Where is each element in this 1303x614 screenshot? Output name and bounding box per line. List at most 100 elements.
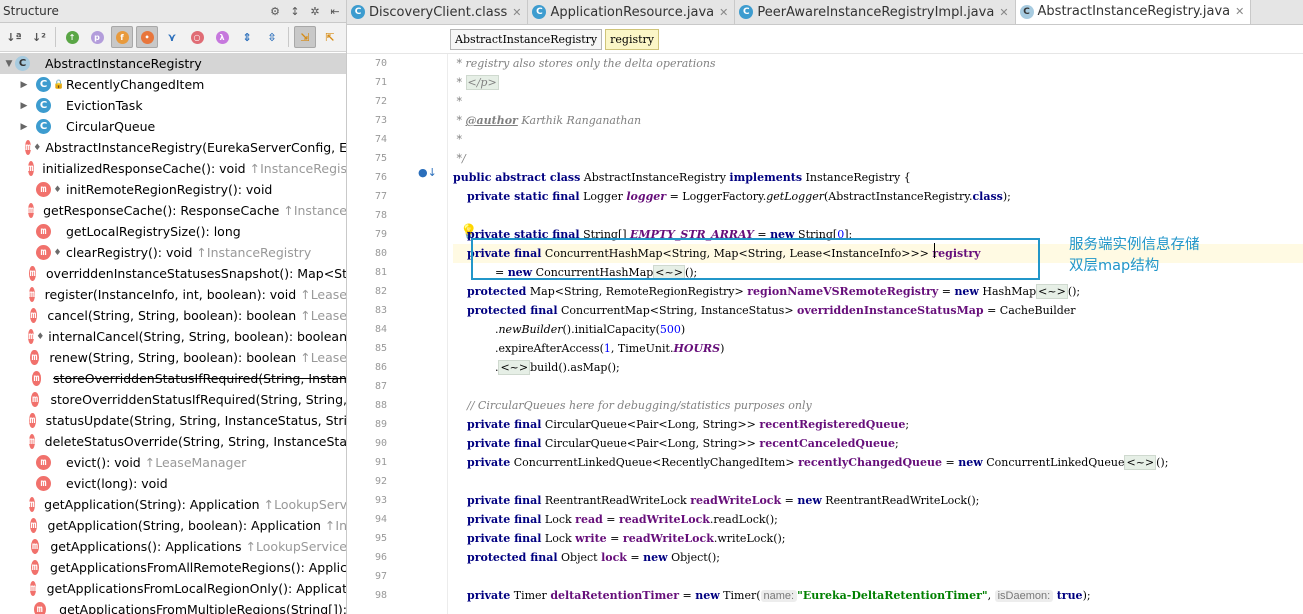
tree-item-inherited-from: ↑LookupService — [245, 539, 347, 554]
tree-item-label: AbstractInstanceRegistry(EurekaServerCon… — [45, 140, 347, 155]
tree-method-item[interactable]: m getApplication(String, boolean): Applic… — [0, 515, 346, 536]
param-hint-isdaemon: isDaemon: — [994, 590, 1054, 602]
tree-class-item[interactable]: ▶ C CircularQueue — [0, 116, 346, 137]
expand-icon[interactable]: ↕ — [286, 2, 304, 20]
line-number: 77 — [374, 191, 387, 202]
tab-discovery-client[interactable]: C DiscoveryClient.class ✕ — [347, 0, 529, 24]
line-number: 88 — [374, 400, 387, 411]
method-icon: m — [29, 413, 36, 428]
structure-toolbar: ↓ª ↓² ↑ p f • ⋎ ○ λ ⇕ ⇳ ⇲ ⇱ — [0, 23, 346, 52]
gutter-divider — [447, 54, 448, 614]
autoscroll-from-source-icon[interactable]: ⇱ — [319, 26, 341, 48]
show-fields-icon[interactable]: f — [111, 26, 133, 48]
tree-method-item[interactable]: m deleteStatusOverride(String, String, In… — [0, 431, 346, 452]
show-properties-icon[interactable]: p — [86, 26, 108, 48]
expand-arrow-icon[interactable]: ▶ — [18, 80, 30, 90]
collapse-all-icon[interactable]: ⇳ — [261, 26, 283, 48]
tree-method-item[interactable]: m evict(long): void — [0, 473, 346, 494]
tree-method-item[interactable]: m initializedResponseCache(): void ↑Instan… — [0, 158, 346, 179]
tab-label: ApplicationResource.java — [550, 4, 715, 20]
breadcrumb-field[interactable]: registry — [605, 28, 660, 50]
tab-application-resource[interactable]: C ApplicationResource.java ✕ — [528, 0, 736, 24]
tree-method-item[interactable]: m getLocalRegistrySize(): long — [0, 221, 346, 242]
gear-icon[interactable]: ✲ — [306, 2, 324, 20]
tree-method-item[interactable]: m storeOverriddenStatusIfRequired(String,… — [0, 368, 346, 389]
code-line-96: protected final Object lock = new Object… — [467, 551, 720, 564]
tree-method-item[interactable]: m storeOverriddenStatusIfRequired(String,… — [0, 389, 346, 410]
tree-item-label: getApplicationsFromMultipleRegions(Strin… — [59, 602, 347, 614]
sort-visibility-icon[interactable]: ↓² — [28, 26, 50, 48]
line-number: 95 — [374, 533, 387, 544]
structure-header: Structure ⚙ ↕ ✲ ⇤ — [0, 0, 346, 23]
method-icon: m — [28, 329, 35, 344]
tree-method-item[interactable]: m getApplicationsFromAllRemoteRegions(): … — [0, 557, 346, 578]
implements-gutter-icon[interactable]: ●↓ — [418, 166, 437, 179]
method-icon: m — [36, 455, 51, 470]
code-line-84: .newBuilder().initialCapacity(500) — [494, 323, 686, 336]
collapse-arrow-icon[interactable]: ▼ — [3, 59, 15, 69]
tree-method-item[interactable]: m overriddenInstanceStatusesSnapshot(): M… — [0, 263, 346, 284]
tab-label: PeerAwareInstanceRegistryImpl.java — [757, 4, 995, 20]
tree-class-item[interactable]: ▼ C AbstractInstanceRegistry — [0, 53, 346, 74]
tab-abstract-instance-registry[interactable]: C AbstractInstanceRegistry.java ✕ — [1015, 0, 1252, 24]
tree-method-item[interactable]: m getApplication(String): Application ↑Loo… — [0, 494, 347, 515]
close-icon[interactable]: ✕ — [1235, 5, 1244, 18]
line-number: 93 — [374, 495, 387, 506]
line-number: 86 — [374, 362, 387, 373]
show-non-public-icon[interactable]: • — [136, 26, 158, 48]
tree-method-item[interactable]: m ♦ initRemoteRegionRegistry(): void — [0, 179, 346, 200]
tree-method-item[interactable]: m register(InstanceInfo, int, boolean): v… — [0, 284, 346, 305]
minimize-icon[interactable]: ⇤ — [326, 2, 344, 20]
sort-alpha-icon[interactable]: ↓ª — [3, 26, 25, 48]
close-icon[interactable]: ✕ — [719, 6, 728, 19]
show-lambda-icon[interactable]: λ — [211, 26, 233, 48]
expand-arrow-icon[interactable]: ▶ — [18, 122, 30, 132]
show-lambdas-icon[interactable]: ⋎ — [161, 26, 183, 48]
tree-method-item[interactable]: m getApplications(): Applications ↑LookupS… — [0, 536, 347, 557]
tree-item-label: renew(String, String, boolean): boolean — [49, 350, 297, 365]
expand-all-icon[interactable]: ⇕ — [236, 26, 258, 48]
code-line-94: private final Lock read = readWriteLock.… — [467, 513, 778, 526]
tree-method-item[interactable]: m ♦ internalCancel(String, String, boolean… — [0, 326, 346, 347]
code-line-77: private static final Logger logger = Log… — [467, 190, 1011, 203]
settings-sliders-icon[interactable]: ⚙ — [266, 2, 284, 20]
close-icon[interactable]: ✕ — [512, 6, 521, 19]
tree-method-item[interactable]: m ♦ AbstractInstanceRegistry(EurekaServerC… — [0, 137, 347, 158]
editor: C DiscoveryClient.class ✕ C ApplicationR… — [347, 0, 1303, 614]
tree-method-item[interactable]: m cancel(String, String, boolean): boolea… — [0, 305, 346, 326]
autoscroll-to-source-icon[interactable]: ⇲ — [294, 26, 316, 48]
tab-peer-aware-registry[interactable]: C PeerAwareInstanceRegistryImpl.java ✕ — [735, 0, 1016, 24]
tree-item-inherited-from: ↑LeaseManager — [144, 455, 247, 470]
code-line-82: protected Map<String, RemoteRegionRegist… — [467, 284, 1081, 299]
tree-class-item[interactable]: ▶ C EvictionTask — [0, 95, 346, 116]
tree-item-label: evict(long): void — [66, 476, 168, 491]
expand-arrow-icon[interactable]: ▶ — [18, 101, 30, 111]
line-number: 71 — [374, 77, 387, 88]
tree-method-item[interactable]: m getApplicationsFromLocalRegionOnly(): A… — [0, 578, 346, 599]
show-anonymous-icon[interactable]: ○ — [186, 26, 208, 48]
code-line-85: .expireAfterAccess(1, TimeUnit.HOURS) — [494, 342, 725, 355]
tree-item-label: cancel(String, String, boolean): boolean — [47, 308, 297, 323]
method-icon: m — [30, 392, 40, 407]
tree-method-item[interactable]: m getResponseCache(): ResponseCache ↑Insta… — [0, 200, 346, 221]
tree-item-inherited-from: ↑LookupServ — [263, 497, 347, 512]
code-area[interactable]: * registry also stores only the delta op… — [453, 54, 1303, 614]
method-icon: m — [30, 560, 39, 575]
annotation-highlight-box — [471, 238, 1040, 280]
toolbar-separator — [288, 27, 289, 47]
tree-method-item[interactable]: m statusUpdate(String, String, InstanceSt… — [0, 410, 347, 431]
tree-method-item[interactable]: m getApplicationsFromMultipleRegions(Stri… — [0, 599, 347, 614]
code-line-93: private final ReentrantReadWriteLock rea… — [467, 494, 980, 507]
tree-method-item[interactable]: m evict(): void ↑LeaseManager — [0, 452, 346, 473]
method-icon: m — [29, 518, 38, 533]
close-icon[interactable]: ✕ — [999, 6, 1008, 19]
tree-class-item[interactable]: ▶ C 🔒 RecentlyChangedItem — [0, 74, 346, 95]
tree-item-label: statusUpdate(String, String, InstanceSta… — [45, 413, 347, 428]
breadcrumb-class[interactable]: AbstractInstanceRegistry — [450, 28, 603, 50]
tree-method-item[interactable]: m renew(String, String, boolean): boolean… — [0, 347, 346, 368]
line-number: 80 — [374, 248, 387, 259]
annotation-line-2: 双层map结构 — [1069, 258, 1160, 274]
show-inherited-icon[interactable]: ↑ — [61, 26, 83, 48]
protected-visibility-icon: ♦ — [53, 184, 62, 195]
tree-method-item[interactable]: m ♦ clearRegistry(): void ↑InstanceRegistry — [0, 242, 346, 263]
